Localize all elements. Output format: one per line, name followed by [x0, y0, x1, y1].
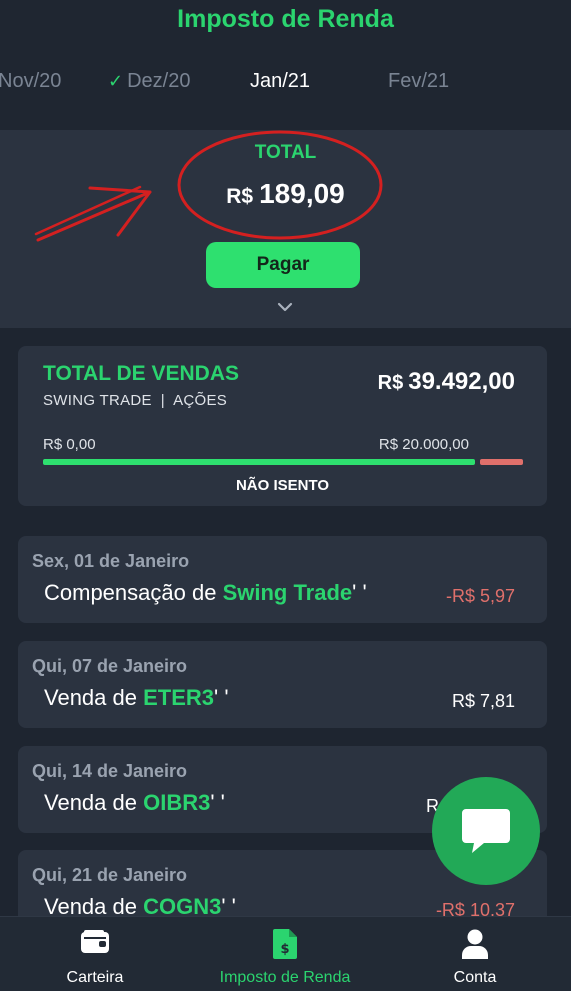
transaction-card[interactable]: Sex, 01 de Janeiro Compensação de Swing …: [18, 536, 547, 623]
bottom-nav: Carteira $ Imposto de Renda Conta: [0, 916, 571, 991]
total-panel: TOTAL R$ 189,09 Pagar: [0, 130, 571, 328]
month-tab-jan21[interactable]: Jan/21: [250, 70, 310, 93]
chevron-down-icon[interactable]: [276, 300, 294, 314]
exemption-progress-bar: [43, 459, 523, 465]
check-icon: ✓: [108, 71, 124, 91]
month-label: Nov/20: [0, 70, 62, 92]
transaction-description: Venda de OIBR3' ': [44, 790, 225, 815]
chat-button[interactable]: [432, 777, 540, 885]
sales-subtitle: SWING TRADE | AÇÕES: [43, 392, 228, 409]
transaction-date: Qui, 14 de Janeiro: [32, 761, 188, 781]
tax-document-icon: $: [273, 929, 297, 959]
svg-text:$: $: [280, 942, 289, 957]
month-tab-nov20[interactable]: Nov/20: [0, 70, 61, 93]
nav-label: Conta: [453, 969, 497, 986]
sales-title: TOTAL DE VENDAS: [43, 362, 240, 385]
transaction-amount: R$ 7,81: [451, 691, 515, 711]
total-amount: 189,09: [259, 178, 345, 209]
chat-bubble-icon: [462, 809, 510, 853]
pay-button[interactable]: Pagar: [206, 242, 360, 288]
total-label: TOTAL: [254, 142, 317, 163]
exemption-status: NÃO ISENTO: [235, 477, 330, 494]
transaction-card[interactable]: Qui, 07 de Janeiro Venda de ETER3' ' R$ …: [18, 641, 547, 728]
sales-summary-card: TOTAL DE VENDAS SWING TRADE | AÇÕES R$ 39…: [18, 346, 547, 506]
transaction-amount: -R$ 5,97: [445, 586, 515, 606]
range-min-label: R$ 0,00: [43, 436, 96, 453]
nav-item-imposto[interactable]: $ Imposto de Renda: [190, 917, 380, 991]
transaction-highlight: Swing Trade: [222, 580, 353, 605]
nav-label: Imposto de Renda: [219, 969, 351, 986]
transaction-date: Qui, 21 de Janeiro: [32, 865, 188, 885]
sales-value: 39.492,00: [408, 368, 515, 395]
transaction-highlight: ETER3: [143, 685, 215, 710]
range-max-label: R$ 20.000,00: [378, 436, 469, 453]
progress-excess: [480, 459, 523, 465]
wallet-icon: [81, 930, 109, 953]
nav-label: Carteira: [66, 969, 124, 986]
page-title: Imposto de Renda: [177, 5, 394, 33]
total-value: R$ 189,09: [0, 178, 571, 210]
month-label: Fev/21: [388, 70, 450, 92]
sales-currency: R$: [377, 372, 404, 394]
user-icon: [462, 929, 488, 959]
total-currency: R$: [226, 185, 254, 208]
progress-fill: [43, 459, 475, 465]
month-label: Dez/20: [127, 70, 191, 92]
transaction-highlight: OIBR3: [143, 790, 211, 815]
top-header: Imposto de Renda Nov/20 ✓ Dez/20 Jan/21 F…: [0, 0, 571, 130]
month-label: Jan/21: [250, 70, 311, 92]
transaction-date: Qui, 07 de Janeiro: [32, 656, 188, 676]
transaction-description: Venda de ETER3' ': [44, 685, 229, 710]
nav-item-carteira[interactable]: Carteira: [0, 917, 190, 991]
nav-item-conta[interactable]: Conta: [380, 917, 570, 991]
transaction-date: Sex, 01 de Janeiro: [32, 551, 190, 571]
sales-amount: R$ 39.492,00: [378, 368, 515, 396]
transaction-description: Compensação de Swing Trade' ': [44, 580, 367, 605]
month-tab-fev21[interactable]: Fev/21: [388, 70, 449, 93]
month-tab-dez20[interactable]: ✓ Dez/20: [108, 70, 190, 93]
month-selector: Nov/20 ✓ Dez/20 Jan/21 Fev/21: [0, 70, 571, 100]
